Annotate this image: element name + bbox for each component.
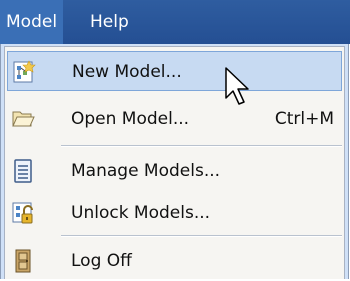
menu-item-label: Manage Models... [71,161,221,181]
menu-item-label: Unlock Models... [71,203,211,223]
menu-model[interactable]: Model [0,0,64,44]
menu-item-label: Log Off [71,251,132,271]
model-menu-dropdown: New Model... Open Model... Ctrl+M Manage… [0,44,349,279]
menu-separator [61,235,342,237]
unlock-models-icon [11,201,35,225]
menu-bar: Model Help [0,0,350,44]
menu-help[interactable]: Help [90,0,129,44]
menu-item-label: Open Model... [71,109,190,129]
open-folder-icon [11,107,35,131]
mouse-pointer-icon [224,66,258,108]
menu-item-log-off[interactable]: Log Off [7,241,342,281]
menu-separator [61,145,342,147]
menu-item-manage-models[interactable]: Manage Models... [7,151,342,191]
menu-item-new-model[interactable]: New Model... [7,51,342,91]
menu-item-unlock-models[interactable]: Unlock Models... [7,193,342,233]
menu-body: New Model... Open Model... Ctrl+M Manage… [4,46,345,279]
new-model-icon [12,60,36,84]
menu-item-label: New Model... [72,62,182,82]
log-off-icon [11,249,35,273]
menu-item-open-model[interactable]: Open Model... Ctrl+M [7,99,342,139]
menu-item-shortcut: Ctrl+M [274,109,334,129]
manage-models-icon [11,159,35,183]
